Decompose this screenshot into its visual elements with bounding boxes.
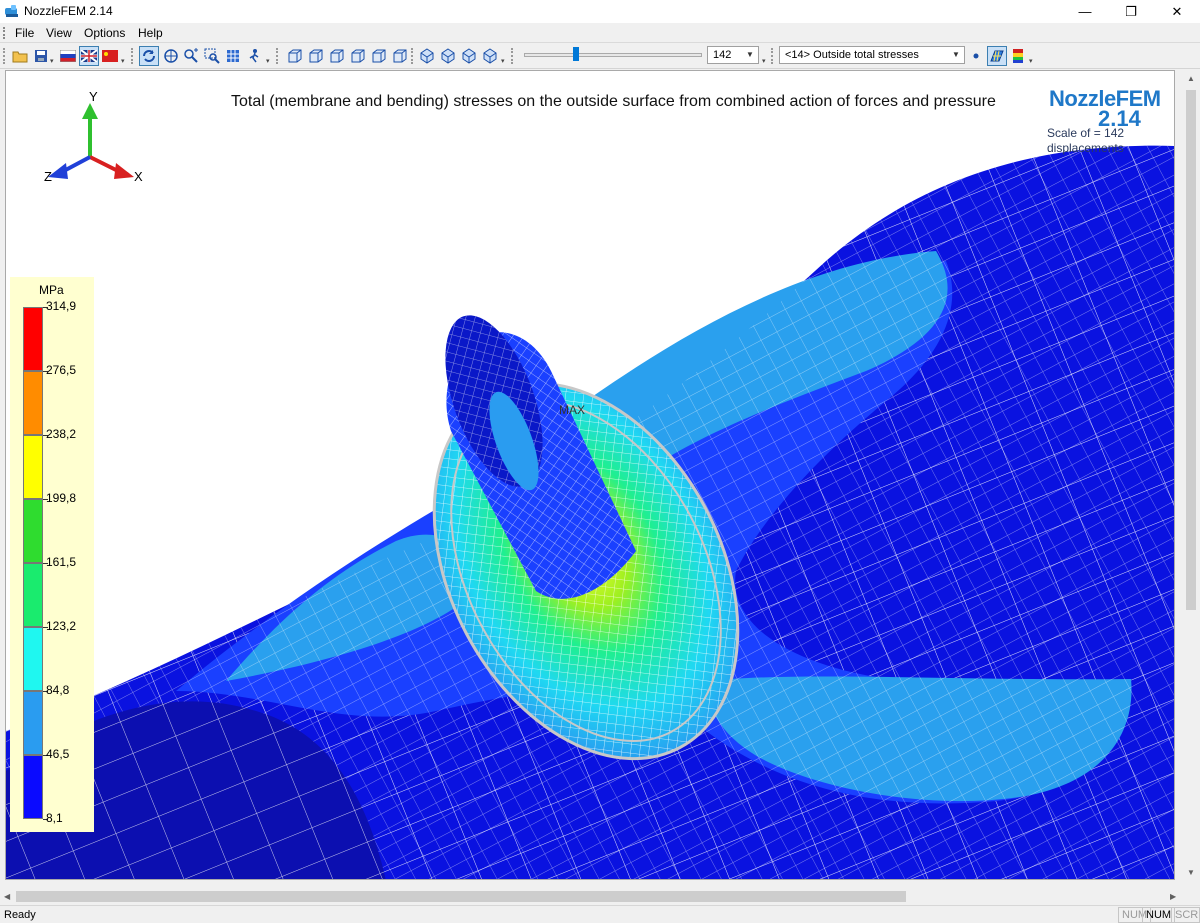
legend-swatch-0 (23, 307, 43, 371)
flag-china-icon[interactable] (100, 46, 120, 66)
scale-info: Scale of = 142 displacements (1047, 126, 1124, 156)
status-bar: Ready NUM NUM SCRL (0, 905, 1200, 923)
legend-swatch-5 (23, 627, 43, 691)
scroll-down-icon[interactable]: ▼ (1187, 868, 1195, 877)
toolbar-chevron-icon[interactable]: ▾ (266, 58, 272, 66)
toolbar-chevron-icon[interactable]: ▾ (1029, 58, 1035, 66)
toolbar-chevron-icon[interactable]: ▾ (121, 58, 127, 66)
toolbar-grip-icon (411, 48, 413, 64)
view-iso-3-icon[interactable] (459, 46, 479, 66)
legend-label-7: 46,5 (46, 747, 70, 761)
vertical-scrollbar[interactable]: ▲ ▼ (1183, 70, 1200, 881)
legend-label-1: 276,5 (46, 363, 77, 377)
toolbar-chevron-icon[interactable]: ▾ (50, 58, 56, 66)
stress-type-value: <14> Outside total stresses (785, 49, 919, 61)
menu-options[interactable]: Options (84, 26, 125, 40)
legend-swatch-1 (23, 371, 43, 435)
maximize-button[interactable]: ❐ (1108, 0, 1154, 23)
flag-uk-icon[interactable] (79, 46, 99, 66)
legend-swatch-7 (23, 755, 43, 819)
legend-swatch-2 (23, 435, 43, 499)
toolbar-grip-icon (511, 48, 513, 64)
fem-viewport[interactable]: MAX Total (membrane and bending) stresse… (5, 70, 1175, 880)
scroll-up-icon[interactable]: ▲ (1187, 74, 1195, 83)
walk-view-icon[interactable] (244, 46, 264, 66)
axis-y-label: Y (89, 89, 98, 104)
status-text: Ready (4, 909, 36, 921)
axis-x-label: X (134, 169, 143, 184)
legend-label-2: 238,2 (46, 427, 77, 441)
zoom-window-icon[interactable] (202, 46, 222, 66)
small-dot-icon[interactable] (966, 46, 986, 66)
close-button[interactable]: ✕ (1154, 0, 1200, 23)
legend-swatch-6 (23, 691, 43, 755)
scale-line-2: displacements (1047, 141, 1124, 155)
pan-view-icon[interactable] (161, 46, 181, 66)
window-title: NozzleFEM 2.14 (24, 4, 113, 18)
legend-label-6: 84,8 (46, 683, 70, 697)
open-folder-icon[interactable] (10, 46, 30, 66)
view-front-icon[interactable] (285, 46, 305, 66)
chevron-down-icon[interactable]: ▼ (743, 48, 757, 62)
legend-swatch-3 (23, 499, 43, 563)
chevron-down-icon[interactable]: ▼ (949, 48, 963, 62)
scale-combobox-value: 142 (713, 49, 732, 61)
rotate-view-icon[interactable] (139, 46, 159, 66)
view-iso-4-icon[interactable] (480, 46, 500, 66)
fem-model-render[interactable]: MAX (6, 71, 1175, 880)
view-right-icon[interactable] (348, 46, 368, 66)
toolbar-chevron-icon[interactable]: ▾ (762, 58, 768, 66)
horizontal-scrollbar[interactable]: ◀ ▶ (0, 888, 1183, 905)
scroll-left-icon[interactable]: ◀ (4, 892, 10, 901)
title-bar: NozzleFEM 2.14 — ❐ ✕ (0, 0, 1200, 23)
zoom-in-icon[interactable] (181, 46, 201, 66)
minimize-button[interactable]: — (1062, 0, 1108, 23)
scale-slider-thumb[interactable] (573, 47, 579, 61)
toolbar-grip-icon (771, 48, 773, 64)
menu-file[interactable]: File (15, 26, 34, 40)
menu-bar: File View Options Help (0, 23, 1200, 43)
color-scale-icon[interactable] (1008, 46, 1028, 66)
legend-label-5: 123,2 (46, 619, 77, 633)
shaded-model-icon[interactable] (987, 46, 1007, 66)
grid-view-icon[interactable] (223, 46, 243, 66)
legend-swatch-4 (23, 563, 43, 627)
menu-view[interactable]: View (46, 26, 72, 40)
menubar-grip-icon (3, 27, 5, 39)
stress-legend: MPa 314,9 276,5 238,2 199,8 161,5 123,2 84,8 46… (10, 277, 94, 832)
axis-z-label: Z (44, 169, 52, 184)
horizontal-scroll-thumb[interactable] (16, 891, 906, 902)
legend-label-0: 314,9 (46, 299, 77, 313)
legend-label-8: 8,1 (46, 811, 63, 825)
vertical-scroll-thumb[interactable] (1186, 90, 1196, 610)
view-left-icon[interactable] (327, 46, 347, 66)
view-iso-2-icon[interactable] (438, 46, 458, 66)
flag-russia-icon[interactable] (58, 46, 78, 66)
view-bottom-icon[interactable] (390, 46, 410, 66)
stress-type-combobox[interactable]: <14> Outside total stresses ▼ (779, 46, 965, 64)
legend-label-3: 199,8 (46, 491, 77, 505)
toolbar-grip-icon (276, 48, 278, 64)
legend-label-4: 161,5 (46, 555, 77, 569)
legend-unit: MPa (39, 283, 64, 297)
app-window: NozzleFEM 2.14 — ❐ ✕ File View Options H… (0, 0, 1200, 923)
max-stress-marker: MAX (559, 403, 585, 417)
view-iso-1-icon[interactable] (417, 46, 437, 66)
toolbar-chevron-icon[interactable]: ▾ (501, 58, 507, 66)
menu-help[interactable]: Help (138, 26, 163, 40)
toolbar-grip-icon (131, 48, 133, 64)
scale-combobox[interactable]: 142 ▼ (707, 46, 759, 64)
toolbar-grip-icon (3, 48, 5, 64)
app-icon (5, 5, 18, 17)
scale-slider-track[interactable] (524, 53, 702, 57)
view-top-icon[interactable] (369, 46, 389, 66)
scale-line-1: Scale of = 142 (1047, 126, 1125, 140)
status-pane-scrl: SCRL (1171, 907, 1200, 923)
save-icon[interactable] (31, 46, 51, 66)
view-back-icon[interactable] (306, 46, 326, 66)
axes-triad: Y X Z (36, 89, 156, 192)
scroll-right-icon[interactable]: ▶ (1170, 892, 1176, 901)
plot-title: Total (membrane and bending) stresses on… (231, 93, 996, 110)
